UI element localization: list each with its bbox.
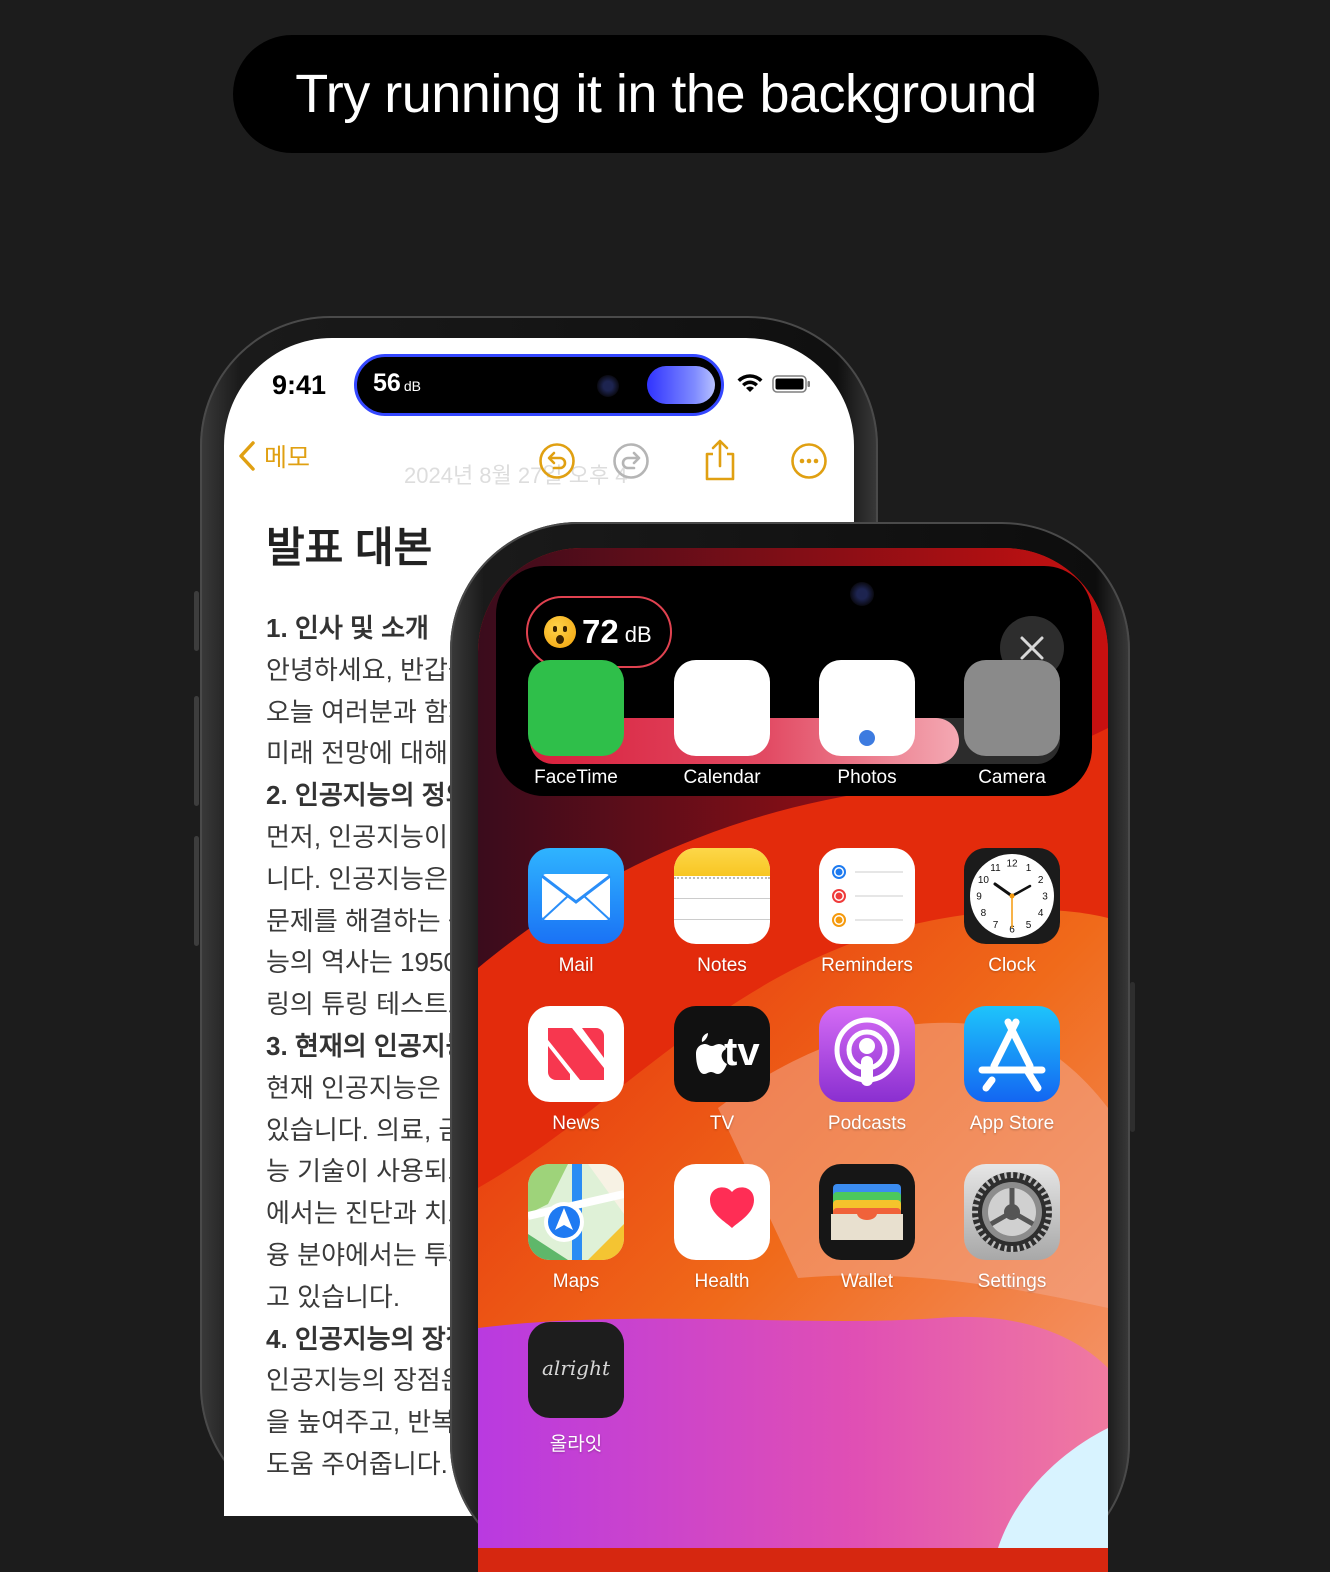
app-news[interactable]: News — [503, 1006, 649, 1135]
dynamic-island-compact[interactable]: 56 dB — [354, 354, 724, 416]
more-icon[interactable] — [790, 442, 828, 480]
status-time: 9:41 — [272, 370, 327, 400]
home-screen: 72 dB FaceTime Calendar Photos Camera Mail No… — [478, 548, 1108, 1572]
app-alright[interactable]: alright 올라잇 — [503, 1322, 649, 1456]
front-camera — [597, 375, 619, 397]
back-label: 메모 — [264, 444, 311, 472]
note-date: 2024년 8월 27일 오후 4 — [404, 463, 628, 488]
svg-text:9: 9 — [976, 892, 982, 903]
tv-icon: tv — [674, 1006, 770, 1102]
mail-icon — [528, 848, 624, 944]
app-label: 올라잇 — [549, 1434, 603, 1455]
app-label: Wallet — [840, 1271, 894, 1292]
notes-toolbar: 2024년 8월 27일 오후 4 메모 — [224, 438, 854, 488]
alright-icon: alright — [528, 1322, 624, 1418]
photos-icon — [819, 660, 915, 756]
decibel-unit: dB — [624, 622, 652, 647]
notes-icon — [674, 848, 770, 944]
note-title: 발표 대본 — [266, 524, 433, 571]
news-icon — [528, 1006, 624, 1102]
app-notes[interactable]: Notes — [649, 848, 795, 977]
app-app-store[interactable]: App Store — [939, 1006, 1085, 1135]
headline-banner: Try running it in the background — [233, 35, 1099, 153]
calendar-icon — [674, 660, 770, 756]
svg-text:12: 12 — [1006, 859, 1018, 870]
undo-icon[interactable] — [538, 442, 576, 480]
svg-text:11: 11 — [990, 863, 1001, 874]
app-label: Mail — [558, 955, 594, 976]
back-button[interactable]: 메모 — [238, 438, 310, 474]
app-health[interactable]: Health — [649, 1164, 795, 1293]
share-icon[interactable] — [702, 438, 738, 482]
app-clock[interactable]: 12 1 2 3 4 5 6 7 8 9 10 11 Clock — [939, 848, 1085, 977]
app-label: News — [552, 1113, 600, 1134]
app-calendar[interactable]: Calendar — [649, 660, 795, 789]
app-podcasts[interactable]: Podcasts — [794, 1006, 940, 1135]
app-mail[interactable]: Mail — [503, 848, 649, 977]
app-reminders[interactable]: Reminders — [794, 848, 940, 977]
surprised-face-icon — [544, 616, 576, 648]
app-label: Camera — [978, 767, 1046, 788]
svg-text:1: 1 — [1026, 863, 1032, 874]
svg-text:2: 2 — [1038, 875, 1044, 886]
svg-text:7: 7 — [993, 920, 999, 931]
app-label: Clock — [988, 955, 1036, 976]
app-camera[interactable]: Camera — [939, 660, 1085, 789]
wifi-icon — [737, 374, 763, 392]
app-photos[interactable]: Photos — [794, 660, 940, 789]
app-label: Photos — [837, 767, 897, 788]
settings-icon — [964, 1164, 1060, 1260]
app-store-icon — [964, 1006, 1060, 1102]
app-label: Health — [694, 1271, 750, 1292]
maps-icon — [528, 1164, 624, 1260]
podcasts-icon — [819, 1006, 915, 1102]
app-settings[interactable]: Settings — [939, 1164, 1085, 1293]
health-icon — [674, 1164, 770, 1260]
app-tv[interactable]: tv TV — [649, 1006, 795, 1135]
home-phone: 72 dB FaceTime Calendar Photos Camera Mail No… — [450, 522, 1135, 1572]
app-facetime[interactable]: FaceTime — [503, 660, 649, 789]
battery-icon — [772, 375, 810, 393]
svg-text:5: 5 — [1026, 920, 1032, 931]
app-label: FaceTime — [534, 767, 618, 788]
decibel-readout: 56 dB — [373, 369, 421, 397]
app-label: Reminders — [821, 955, 913, 976]
svg-text:8: 8 — [981, 908, 987, 919]
app-label: Notes — [697, 955, 747, 976]
app-label: Maps — [552, 1271, 600, 1292]
chevron-left-icon — [239, 441, 255, 471]
app-label: App Store — [969, 1113, 1055, 1134]
app-maps[interactable]: Maps — [503, 1164, 649, 1293]
app-label: Calendar — [683, 767, 761, 788]
level-indicator — [647, 366, 715, 404]
redo-icon[interactable] — [612, 442, 650, 480]
app-label: TV — [709, 1113, 735, 1134]
reminders-icon — [819, 848, 915, 944]
facetime-icon — [528, 660, 624, 756]
camera-icon — [964, 660, 1060, 756]
wallet-icon — [819, 1164, 915, 1260]
app-label: Podcasts — [827, 1113, 907, 1134]
tv-glyph: tv — [724, 1030, 760, 1074]
svg-text:3: 3 — [1042, 892, 1048, 903]
front-camera — [850, 582, 874, 606]
app-label: Settings — [977, 1271, 1047, 1292]
decibel-pill: 72 dB — [526, 596, 672, 668]
alright-glyph: alright — [542, 1356, 610, 1380]
svg-text:4: 4 — [1038, 908, 1044, 919]
decibel-value: 72 — [582, 613, 619, 650]
app-wallet[interactable]: Wallet — [794, 1164, 940, 1293]
svg-text:10: 10 — [978, 875, 990, 886]
clock-icon: 12 1 2 3 4 5 6 7 8 9 10 11 — [964, 848, 1060, 944]
